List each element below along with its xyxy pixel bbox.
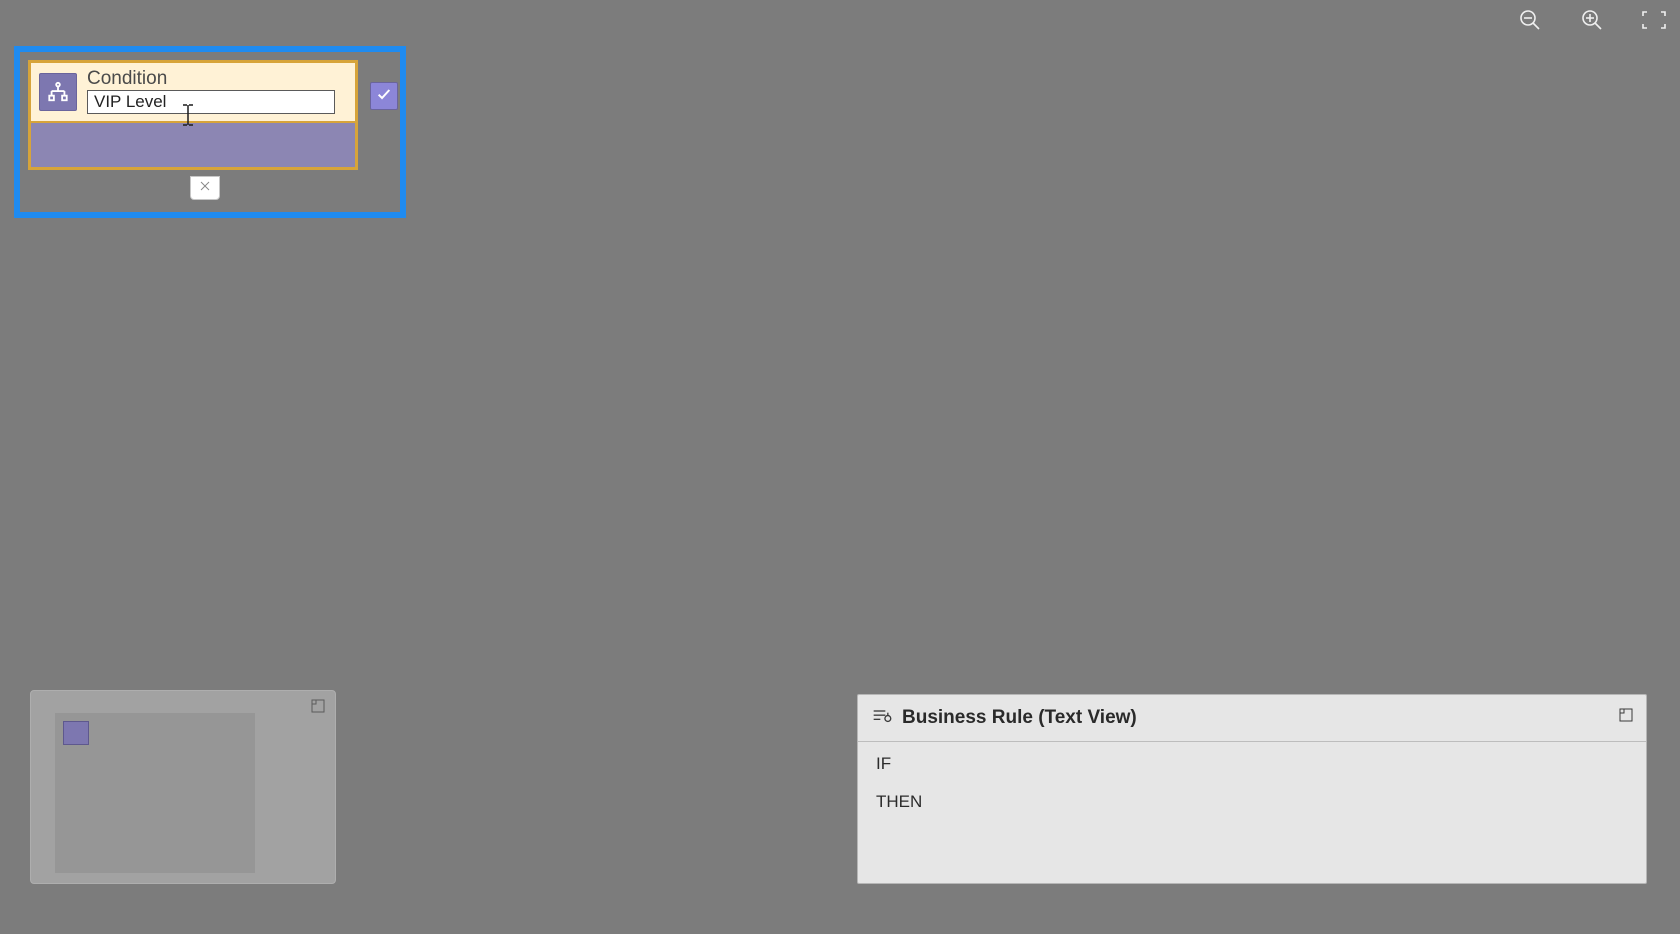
text-view-title: Business Rule (Text View) [902,707,1137,729]
text-view-panel: Business Rule (Text View) IF THEN [857,694,1647,884]
condition-icon [39,73,77,111]
fit-screen-icon [1641,10,1667,35]
condition-header: Condition [31,63,355,116]
condition-node-selection[interactable]: Condition [14,46,406,218]
false-branch-connector[interactable] [190,176,220,200]
condition-label-group: Condition [87,69,335,114]
condition-type-label: Condition [87,69,335,88]
minimap-panel[interactable] [30,690,336,884]
text-view-expand-button[interactable] [1616,707,1636,727]
zoom-in-button[interactable] [1576,6,1608,38]
condition-name-input[interactable] [87,90,335,114]
condition-node[interactable]: Condition [28,60,358,170]
x-icon [199,179,211,197]
expand-icon [1618,707,1634,728]
condition-body[interactable] [31,121,355,167]
check-icon [376,86,392,107]
true-branch-connector[interactable] [370,82,398,110]
fit-screen-button[interactable] [1638,6,1670,38]
text-view-icon [872,707,892,730]
zoom-out-icon [1518,8,1542,37]
minimap-viewport[interactable] [55,713,255,873]
text-view-then-line: THEN [876,792,1628,812]
zoom-in-icon [1580,8,1604,37]
zoom-out-button[interactable] [1514,6,1546,38]
canvas-toolbar [1514,6,1670,38]
text-view-if-line: IF [876,754,1628,774]
minimap-expand-button[interactable] [309,699,327,717]
minimap-condition-node [63,721,89,745]
expand-icon [310,698,326,719]
text-view-body: IF THEN [858,742,1646,824]
text-view-header: Business Rule (Text View) [858,695,1646,742]
